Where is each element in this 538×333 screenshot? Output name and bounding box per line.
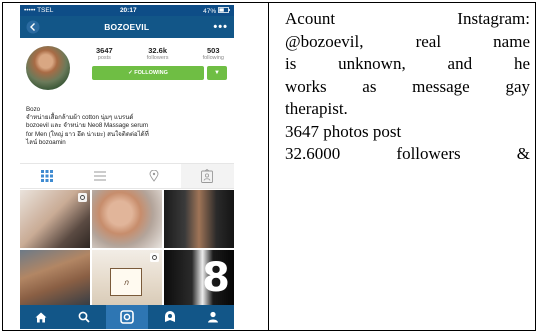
stat-posts[interactable]: 3647 posts (96, 46, 113, 61)
ellipsis-icon[interactable]: ••• (213, 21, 228, 33)
list-icon (94, 171, 107, 181)
profile-icon (207, 311, 218, 323)
home-icon (35, 312, 47, 322)
description-line: 3647 photos post (285, 121, 402, 141)
camera-icon (120, 310, 134, 324)
stat-value: 32.6k (148, 46, 168, 55)
video-icon (78, 193, 87, 202)
profile-stats-column: 3647 posts 32.6k followers 503 following… (92, 46, 228, 94)
grid-photo[interactable]: 8 (164, 250, 234, 308)
profile-stats: 3647 posts 32.6k followers 503 following (96, 46, 224, 61)
profile-description: Acount Instagram: @bozoevil, real name i… (285, 8, 530, 166)
bio-line: จำหน่ายเสื้อกล้ามผ้า cotton นุ่มๆ แบรนด์ (26, 114, 134, 122)
avatar[interactable] (26, 46, 70, 90)
nav-activity[interactable] (148, 305, 191, 329)
stat-following[interactable]: 503 following (203, 46, 224, 61)
nav-camera[interactable] (105, 305, 149, 329)
status-bar: ••••• TSEL 20:17 47% (20, 5, 234, 16)
grid-icon (40, 170, 53, 182)
grid-photo[interactable]: ก (92, 250, 162, 308)
description-line: Acount Instagram: (285, 9, 530, 28)
carrier-label: ••••• TSEL (24, 7, 54, 14)
nav-home[interactable] (20, 305, 63, 329)
tab-list[interactable] (74, 164, 128, 188)
poster-label: ก (110, 268, 142, 296)
description-line: works as message gay (285, 76, 530, 96)
location-pin-icon (149, 170, 159, 182)
stat-value: 503 (207, 46, 220, 55)
caret-down-icon[interactable]: ▼ (207, 66, 227, 80)
nav-profile[interactable] (191, 305, 234, 329)
bottom-navigation (20, 305, 234, 329)
description-line: therapist. (285, 99, 348, 118)
bio-line: Bozo (26, 106, 41, 113)
activity-icon (164, 311, 175, 322)
tagged-photos-icon (201, 169, 214, 183)
profile-username-title: BOZOEVIL (104, 22, 150, 32)
battery-indicator: 47% (203, 6, 230, 15)
grid-photo[interactable] (20, 250, 90, 308)
bio-line: bozoevil และ จำหน่าย Neo8 Massage serum (26, 122, 148, 130)
search-icon (78, 311, 90, 323)
tab-locations[interactable] (127, 164, 181, 188)
clock: 20:17 (119, 7, 137, 14)
bio-line: ไลน์ bozoamin (26, 138, 66, 146)
profile-navbar: BOZOEVIL ••• (20, 16, 234, 38)
nav-search[interactable] (63, 305, 106, 329)
tab-grid[interactable] (20, 164, 74, 188)
following-button[interactable]: ✓ FOLLOWING (92, 66, 204, 80)
stat-label: posts (97, 55, 111, 61)
profile-bio: Bozo จำหน่ายเสื้อกล้ามผ้า cotton นุ่มๆ แ… (20, 106, 234, 147)
grid-photo[interactable] (92, 190, 162, 248)
poster-number: 8 (202, 255, 230, 301)
profile-header: 3647 posts 32.6k followers 503 following… (20, 38, 234, 94)
follow-row: ✓ FOLLOWING ▼ (92, 66, 228, 80)
stat-followers[interactable]: 32.6k followers (147, 46, 169, 61)
description-line: is unknown, and he (285, 54, 530, 73)
profile-view-tabs (20, 163, 234, 189)
photo-grid: ก 8 (20, 190, 234, 308)
tab-tagged[interactable] (180, 164, 234, 188)
stat-label: followers (146, 55, 169, 61)
video-icon (150, 253, 159, 262)
back-arrow-icon[interactable] (26, 20, 40, 34)
grid-photo[interactable] (164, 190, 234, 248)
battery-percent: 47% (203, 7, 217, 15)
instagram-profile-screenshot: ••••• TSEL 20:17 47% BOZOEVIL ••• 3647 p… (20, 5, 234, 329)
description-line: @bozoevil, real name (285, 31, 530, 51)
stat-label: following (202, 55, 224, 61)
table-divider (268, 2, 269, 331)
stat-value: 3647 (96, 46, 113, 55)
battery-icon (218, 6, 230, 13)
grid-photo[interactable] (20, 190, 90, 248)
description-line: 32.6000 followers & (285, 144, 530, 163)
bio-line: for Men (ใหญ่ ยาว อึด น่าเยะ) สนใจติดต่อ… (26, 130, 149, 138)
